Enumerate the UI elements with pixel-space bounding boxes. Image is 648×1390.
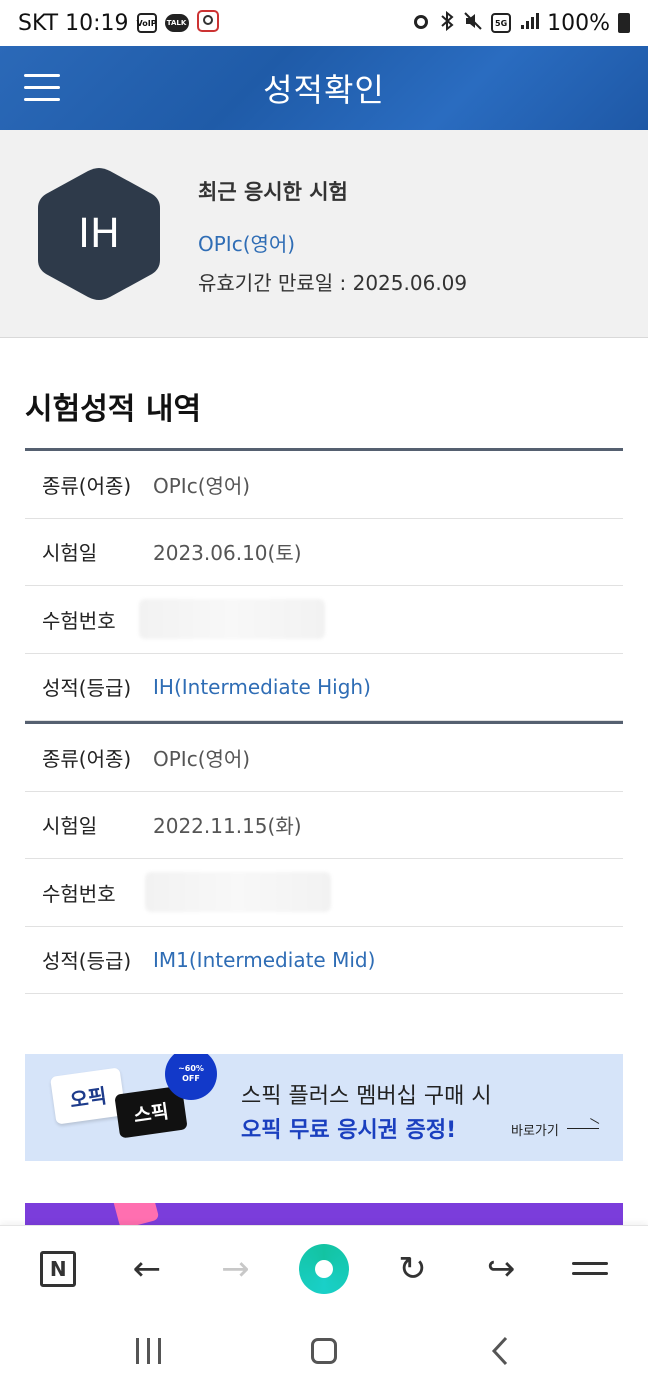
carrier-time: SKT 10:19 (18, 10, 129, 36)
mute-icon (463, 11, 483, 36)
row-label: 성적(등급) (42, 949, 132, 974)
table-row: 수험번호 (25, 859, 623, 927)
talk-icon: TALK (164, 14, 189, 32)
arrow-right-icon (567, 1128, 599, 1129)
row-label: 시험일 (42, 814, 98, 839)
naver-icon: N (40, 1250, 77, 1287)
green-dot-button[interactable] (294, 1239, 354, 1299)
battery-icon (618, 13, 630, 33)
alarm-icon (411, 11, 431, 36)
table-row: 시험일 2023.06.10(토) (25, 519, 623, 586)
table-row: 종류(어종) OPIc(영어) (25, 724, 623, 792)
exam-type-value: OPIc(영어) (153, 473, 251, 498)
table-row: 수험번호 (25, 586, 623, 654)
back-button[interactable]: ← (117, 1239, 177, 1299)
browser-menu-button[interactable] (560, 1239, 620, 1299)
grade-value[interactable]: IM1(Intermediate Mid) (153, 948, 375, 972)
grade-badge-label: IH (78, 211, 120, 257)
home-button[interactable] (294, 1326, 354, 1376)
location-app-icon (196, 9, 219, 37)
row-label: 수험번호 (42, 881, 116, 906)
table-row: 시험일 2022.11.15(화) (25, 792, 623, 859)
profile-info: 최근 응시한 시험 OPIc(영어) 유효기간 만료일 : 2025.06.09 (198, 176, 467, 296)
table-row: 성적(등급) IM1(Intermediate Mid) (25, 927, 623, 994)
discount-badge: ~60% OFF (165, 1054, 217, 1100)
banner-headline: 스픽 플러스 멤버십 구매 시 (241, 1084, 492, 1109)
score-record: 종류(어종) OPIc(영어) 시험일 2023.06.10(토) 수험번호 성… (25, 448, 623, 721)
bluetooth-icon (439, 10, 455, 36)
recent-exam-summary: IH 최근 응시한 시험 OPIc(영어) 유효기간 만료일 : 2025.06… (0, 130, 648, 338)
banner-link[interactable]: 바로가기 (511, 1120, 559, 1139)
system-back-button[interactable] (470, 1326, 530, 1376)
home-icon (311, 1337, 337, 1364)
opic-card: 오픽 (50, 1067, 126, 1125)
forward-button[interactable]: → (205, 1239, 265, 1299)
exam-date-value: 2022.11.15(화) (153, 814, 302, 839)
5g-icon: 5G (491, 13, 512, 33)
back-chevron-icon (491, 1336, 508, 1365)
signal-icon (519, 11, 540, 36)
voip-icon: VoIP (136, 13, 157, 33)
discount-badge-top: ~60% (178, 1064, 204, 1073)
recent-exam-name[interactable]: OPIc(영어) (198, 228, 467, 257)
share-icon: ↪ (486, 1248, 516, 1289)
exam-number-redacted (145, 872, 331, 913)
section-title: 시험성적 내역 (25, 392, 202, 427)
recent-exam-title: 최근 응시한 시험 (198, 180, 348, 204)
gift-icon (110, 1203, 160, 1225)
row-label: 종류(어종) (42, 473, 132, 498)
browser-toolbar: N ← → ↻ ↪ (0, 1225, 648, 1311)
table-row: 성적(등급) IH(Intermediate High) (25, 654, 623, 721)
row-label: 시험일 (42, 541, 98, 566)
refresh-icon: ↻ (398, 1248, 427, 1289)
status-bar: SKT 10:19 VoIP TALK 5G 100% (0, 0, 648, 46)
naver-home-button[interactable]: N (28, 1239, 88, 1299)
recent-apps-icon[interactable] (118, 1326, 178, 1376)
promo-banner[interactable]: 오픽 스픽 ~60% OFF 스픽 플러스 멤버십 구매 시 오픽 무료 응시권… (25, 1054, 623, 1161)
table-row: 종류(어종) OPIc(영어) (25, 451, 623, 519)
battery-percent: 100% (547, 10, 610, 36)
share-button[interactable]: ↪ (471, 1239, 531, 1299)
page-title: 성적확인 (263, 71, 385, 109)
exam-type-value: OPIc(영어) (153, 746, 251, 771)
grade-value[interactable]: IH(Intermediate High) (153, 675, 371, 699)
banner-highlight: 오픽 무료 응시권 증정! (241, 1118, 457, 1143)
back-arrow-icon: ← (132, 1248, 162, 1289)
green-dot-icon (298, 1243, 349, 1294)
score-record: 종류(어종) OPIc(영어) 시험일 2022.11.15(화) 수험번호 성… (25, 721, 623, 994)
expiry-date: 유효기간 만료일 : 2025.06.09 (198, 271, 468, 295)
app-header: 성적확인 (0, 46, 648, 130)
refresh-button[interactable]: ↻ (383, 1239, 443, 1299)
promo-banner-2[interactable] (25, 1203, 623, 1225)
row-label: 종류(어종) (42, 746, 132, 771)
discount-badge-bottom: OFF (182, 1074, 200, 1083)
menu-icon[interactable] (24, 74, 60, 102)
exam-date-value: 2023.06.10(토) (153, 541, 302, 566)
row-label: 성적(등급) (42, 676, 132, 701)
row-label: 수험번호 (42, 608, 116, 633)
system-nav-bar (0, 1311, 648, 1390)
hamburger-icon (571, 1255, 608, 1282)
exam-number-redacted (139, 599, 325, 640)
forward-arrow-icon: → (221, 1248, 250, 1289)
